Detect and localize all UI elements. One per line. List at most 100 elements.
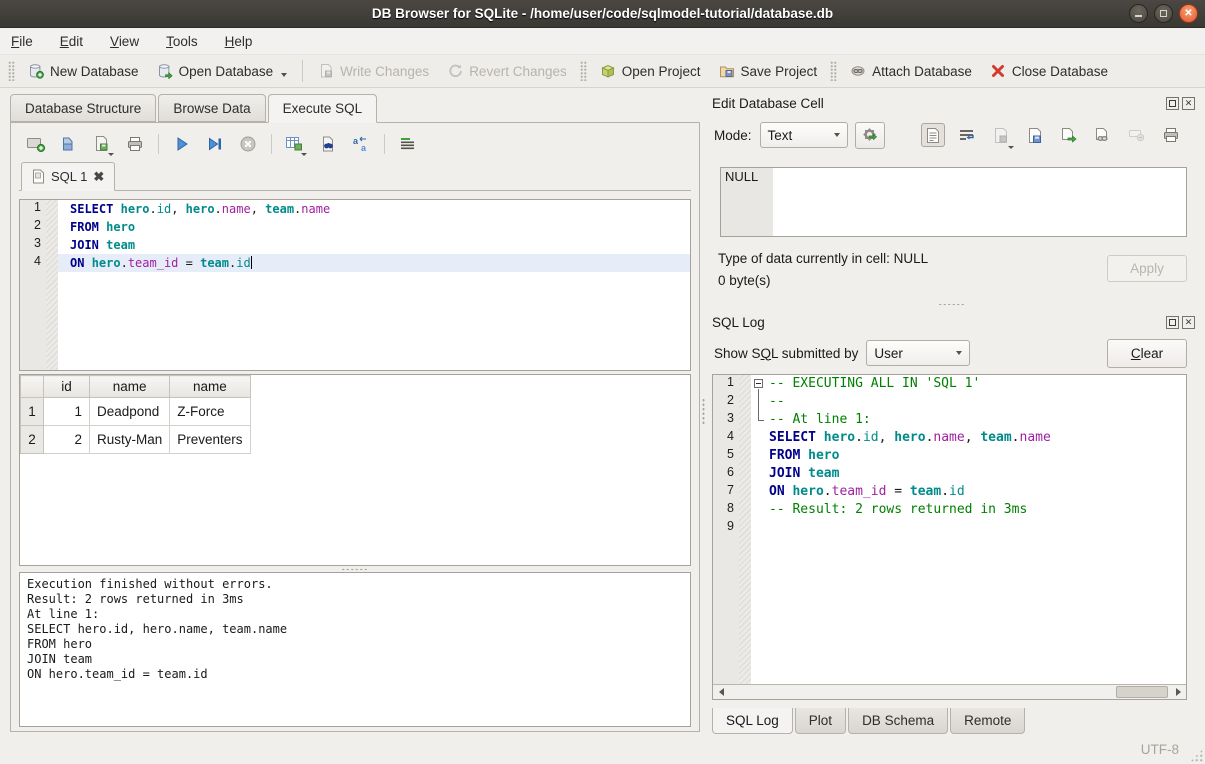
- execute-all-button[interactable]: [171, 134, 193, 154]
- execute-sql-panel: Database Structure Browse Data Execute S…: [0, 88, 700, 735]
- stop-execution-button[interactable]: [237, 134, 259, 154]
- scrollbar-thumb[interactable]: [1116, 686, 1168, 698]
- column-header[interactable]: name: [170, 376, 250, 398]
- fold-marker: [751, 411, 767, 429]
- code-line: 2FROM hero: [20, 218, 690, 236]
- tab-remote[interactable]: Remote: [950, 708, 1025, 734]
- float-panel-button[interactable]: [1166, 97, 1179, 110]
- save-project-button[interactable]: Save Project: [710, 60, 827, 82]
- close-database-button[interactable]: Close Database: [981, 60, 1117, 82]
- clear-log-button[interactable]: Clear: [1107, 339, 1187, 368]
- link-data-button[interactable]: [1091, 123, 1115, 147]
- dock-splitter[interactable]: [706, 301, 1197, 307]
- toggle-results-button[interactable]: [397, 134, 419, 154]
- toolbar-drag-handle[interactable]: [8, 61, 15, 81]
- minimize-button[interactable]: [1129, 4, 1148, 23]
- text-view-button[interactable]: [921, 123, 945, 147]
- close-sql-tab-icon[interactable]: ✖: [93, 170, 104, 183]
- new-database-button[interactable]: New Database: [19, 60, 148, 82]
- find-replace-button[interactable]: [317, 134, 339, 154]
- table-cell[interactable]: Z-Force: [170, 398, 250, 426]
- sql-1-tab[interactable]: SQL 1 ✖: [21, 162, 115, 191]
- cell-value-editor[interactable]: NULL: [720, 167, 1187, 237]
- log-horizontal-scrollbar[interactable]: [713, 684, 1186, 699]
- toolbar-drag-handle[interactable]: [830, 61, 837, 81]
- maximize-button[interactable]: [1154, 4, 1173, 23]
- save-data-button[interactable]: [1023, 123, 1047, 147]
- close-panel-button[interactable]: ✕: [1182, 97, 1195, 110]
- table-row[interactable]: 11DeadpondZ-Force: [21, 398, 251, 426]
- table-row[interactable]: 22Rusty-ManPreventers: [21, 426, 251, 454]
- sql-editor[interactable]: 1SELECT hero.id, hero.name, team.name2FR…: [19, 199, 691, 371]
- open-database-menu-caret: [281, 73, 287, 77]
- execution-message-box: Execution finished without errors. Resul…: [19, 572, 691, 727]
- write-changes-button[interactable]: Write Changes: [309, 60, 438, 82]
- save-sql-file-button[interactable]: [91, 134, 113, 154]
- open-project-button[interactable]: Open Project: [591, 60, 710, 82]
- write-changes-icon: [318, 63, 334, 79]
- code-line: 7ON hero.team_id = team.id: [713, 483, 1186, 501]
- row-header[interactable]: 1: [21, 398, 44, 426]
- menu-tools[interactable]: Tools: [166, 34, 198, 49]
- auto-apply-button[interactable]: [855, 122, 885, 149]
- import-data-button[interactable]: [989, 123, 1013, 147]
- word-wrap-button[interactable]: [955, 123, 979, 147]
- stop-execution-icon: [239, 135, 257, 153]
- gear-icon: [861, 126, 879, 144]
- results-message-splitter[interactable]: [19, 566, 691, 572]
- open-database-button[interactable]: Open Database: [148, 60, 297, 82]
- close-button[interactable]: ✕: [1179, 4, 1198, 23]
- execute-current-line-button[interactable]: [204, 134, 226, 154]
- tab-execute-sql[interactable]: Execute SQL: [268, 94, 378, 123]
- toolbar-drag-handle[interactable]: [580, 61, 587, 81]
- close-panel-button[interactable]: ✕: [1182, 316, 1195, 329]
- sql-log-view[interactable]: 1-- EXECUTING ALL IN 'SQL 1'2--3-- At li…: [712, 374, 1187, 700]
- column-header[interactable]: id: [44, 376, 90, 398]
- table-cell[interactable]: Preventers: [170, 426, 250, 454]
- revert-changes-icon: [447, 63, 463, 79]
- table-cell[interactable]: 1: [44, 398, 90, 426]
- attach-database-button[interactable]: Attach Database: [841, 60, 981, 82]
- tab-sql-log[interactable]: SQL Log: [712, 708, 793, 734]
- new-sql-tab-button[interactable]: [25, 134, 47, 154]
- table-cell[interactable]: 2: [44, 426, 90, 454]
- tab-browse-data[interactable]: Browse Data: [158, 94, 265, 122]
- fold-marker[interactable]: [751, 375, 767, 393]
- chevron-down-icon: [834, 133, 840, 137]
- table-cell[interactable]: Rusty-Man: [90, 426, 170, 454]
- resize-grip[interactable]: [1190, 749, 1203, 762]
- execute-all-icon: [173, 135, 191, 153]
- code-line: 2--: [713, 393, 1186, 411]
- export-data-button[interactable]: [1057, 123, 1081, 147]
- menu-help[interactable]: Help: [225, 34, 253, 49]
- tab-plot[interactable]: Plot: [795, 708, 846, 734]
- sql-log-filter-row: Show SQL submitted by User Clear: [714, 337, 1187, 369]
- scroll-right-icon[interactable]: [1170, 685, 1186, 699]
- main-tab-bar: Database Structure Browse Data Execute S…: [10, 93, 700, 122]
- format-sql-button[interactable]: aa: [350, 134, 372, 154]
- results-table[interactable]: idnamename11DeadpondZ-Force22Rusty-ManPr…: [20, 375, 251, 454]
- menu-file[interactable]: File: [11, 34, 33, 49]
- tab-database-structure[interactable]: Database Structure: [10, 94, 156, 122]
- open-sql-file-button[interactable]: [58, 134, 80, 154]
- panel-splitter[interactable]: [700, 88, 706, 735]
- column-header[interactable]: name: [90, 376, 170, 398]
- set-null-button[interactable]: [1125, 123, 1149, 147]
- print-cell-button[interactable]: [1159, 123, 1183, 147]
- apply-button[interactable]: Apply: [1107, 255, 1187, 282]
- toggle-results-icon: [399, 136, 417, 152]
- print-button[interactable]: [124, 134, 146, 154]
- revert-changes-button[interactable]: Revert Changes: [438, 60, 576, 82]
- menu-view[interactable]: View: [110, 34, 139, 49]
- fold-cell: [751, 465, 767, 483]
- menu-edit[interactable]: Edit: [60, 34, 83, 49]
- tab-db-schema[interactable]: DB Schema: [848, 708, 948, 734]
- row-header[interactable]: 2: [21, 426, 44, 454]
- float-panel-button[interactable]: [1166, 316, 1179, 329]
- main-toolbar: New Database Open Database Write Changes…: [0, 55, 1205, 88]
- table-cell[interactable]: Deadpond: [90, 398, 170, 426]
- scroll-left-icon[interactable]: [713, 685, 729, 699]
- mode-select[interactable]: Text: [760, 122, 848, 148]
- export-results-button[interactable]: [284, 134, 306, 154]
- submitted-by-select[interactable]: User: [866, 340, 970, 366]
